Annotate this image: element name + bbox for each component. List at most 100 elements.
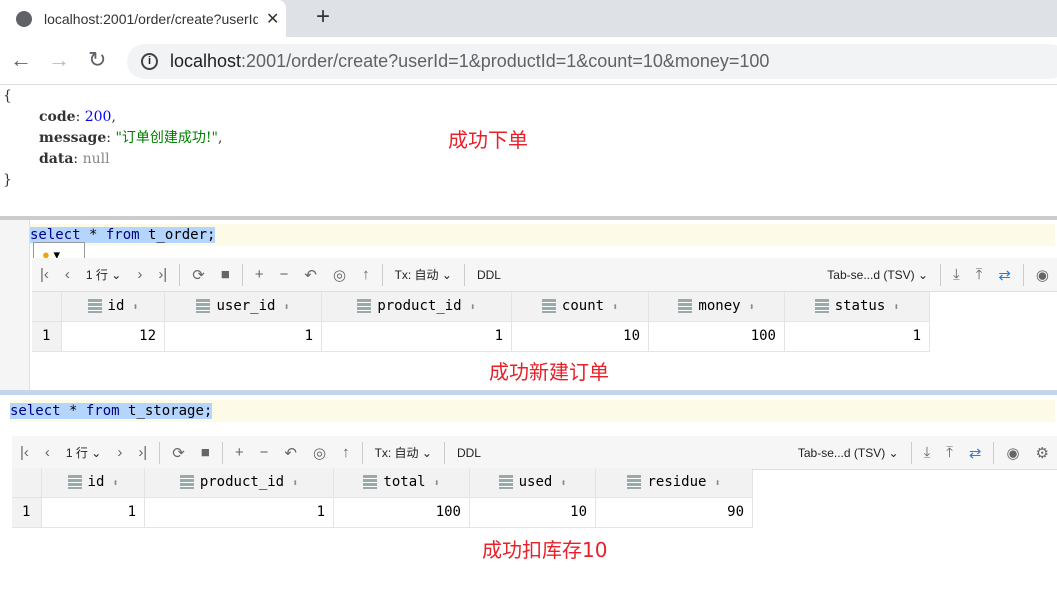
- upload-icon[interactable]: ⤒: [976, 266, 983, 283]
- table-cell[interactable]: 1: [165, 322, 322, 352]
- sort-icon[interactable]: ⬍: [112, 478, 118, 489]
- delete-row-icon[interactable]: −: [260, 444, 269, 461]
- table-cell[interactable]: 12: [62, 322, 165, 352]
- column-icon: [357, 299, 372, 313]
- sql-text: *: [80, 227, 106, 243]
- ddl-button[interactable]: DDL: [457, 446, 481, 460]
- brace-close: }: [3, 172, 12, 188]
- revert-icon[interactable]: ↶: [304, 266, 317, 284]
- table-cell[interactable]: 1: [42, 498, 145, 528]
- submit-icon[interactable]: ↑: [342, 444, 350, 461]
- table-cell[interactable]: 1: [785, 322, 930, 352]
- annotation-order-placed: 成功下单: [448, 128, 528, 152]
- header-row: id ⬍ user_id ⬍ product_id ⬍ count ⬍ money ⬍ status…: [32, 292, 930, 322]
- sort-icon[interactable]: ⬍: [893, 302, 899, 313]
- refresh-icon[interactable]: ⟳: [172, 444, 185, 462]
- forward-button[interactable]: →: [48, 47, 70, 73]
- sort-icon[interactable]: ⬍: [434, 478, 440, 489]
- column-icon: [498, 475, 513, 489]
- editor-gutter: [0, 220, 30, 390]
- address-bar[interactable]: i localhost:2001/order/create?userId=1&p…: [127, 44, 1057, 79]
- sql-editor-line[interactable]: select * from t_order;: [30, 224, 1055, 246]
- ddl-button[interactable]: DDL: [477, 268, 501, 282]
- table-cell[interactable]: 1: [145, 498, 334, 528]
- export-format-dropdown[interactable]: Tab-se...d (TSV) ⌄: [798, 446, 899, 460]
- column-header-product_id[interactable]: product_id ⬍: [322, 292, 512, 322]
- table-cell[interactable]: 10: [470, 498, 596, 528]
- first-page-icon[interactable]: |‹: [40, 266, 49, 283]
- new-tab-button[interactable]: +: [316, 3, 330, 31]
- column-header-id[interactable]: id ⬍: [62, 292, 165, 322]
- sort-icon[interactable]: ⬍: [470, 302, 476, 313]
- close-tab-icon[interactable]: ✕: [266, 9, 279, 29]
- preview-icon[interactable]: ◎: [333, 266, 346, 284]
- view-icon[interactable]: ◉: [1006, 444, 1019, 462]
- column-header-money[interactable]: money ⬍: [649, 292, 785, 322]
- column-name: id: [87, 474, 105, 490]
- table-cell[interactable]: 100: [649, 322, 785, 352]
- sort-icon[interactable]: ⬍: [283, 302, 289, 313]
- submit-icon[interactable]: ↑: [362, 266, 370, 283]
- back-button[interactable]: ←: [10, 47, 32, 73]
- next-page-icon[interactable]: ›: [117, 444, 122, 461]
- sql-keyword: select: [30, 227, 81, 243]
- column-header-status[interactable]: status ⬍: [785, 292, 930, 322]
- sort-icon[interactable]: ⬍: [132, 302, 138, 313]
- column-icon: [196, 299, 211, 313]
- column-header-product_id[interactable]: product_id ⬍: [145, 468, 334, 498]
- upload-icon[interactable]: ⤒: [946, 444, 953, 461]
- view-icon[interactable]: ◉: [1036, 266, 1049, 284]
- revert-icon[interactable]: ↶: [284, 444, 297, 462]
- sort-icon[interactable]: ⬍: [612, 302, 618, 313]
- info-icon[interactable]: i: [141, 53, 158, 70]
- table-cell[interactable]: 90: [596, 498, 753, 528]
- column-header-total[interactable]: total ⬍: [334, 468, 470, 498]
- last-page-icon[interactable]: ›|: [158, 266, 167, 283]
- column-header-used[interactable]: used ⬍: [470, 468, 596, 498]
- table-cell[interactable]: 1: [322, 322, 512, 352]
- sql-editor-line[interactable]: select * from t_storage;: [10, 400, 1055, 422]
- column-icon: [541, 299, 556, 313]
- sort-icon[interactable]: ⬍: [714, 478, 720, 489]
- stop-icon[interactable]: ■: [221, 266, 230, 283]
- settings-icon[interactable]: ⚙: [1036, 444, 1049, 462]
- column-header-residue[interactable]: residue ⬍: [596, 468, 753, 498]
- add-row-icon[interactable]: +: [235, 444, 244, 461]
- sort-icon[interactable]: ⬍: [560, 478, 566, 489]
- next-page-icon[interactable]: ›: [137, 266, 142, 283]
- last-page-icon[interactable]: ›|: [138, 444, 147, 461]
- reload-button[interactable]: ↻: [88, 47, 106, 73]
- column-header-id[interactable]: id ⬍: [42, 468, 145, 498]
- compare-icon[interactable]: ⇄: [969, 444, 982, 462]
- download-icon[interactable]: ⤓: [953, 266, 960, 283]
- table-cell[interactable]: 10: [512, 322, 649, 352]
- column-header-count[interactable]: count ⬍: [512, 292, 649, 322]
- rows-dropdown[interactable]: 1 行 ⌄: [86, 266, 121, 283]
- sql-keyword: from: [105, 227, 140, 243]
- code-value: 200: [84, 109, 112, 125]
- prev-page-icon[interactable]: ‹: [65, 266, 70, 283]
- compare-icon[interactable]: ⇄: [998, 266, 1011, 284]
- sort-icon[interactable]: ⬍: [292, 478, 298, 489]
- export-format-dropdown[interactable]: Tab-se...d (TSV) ⌄: [827, 268, 928, 282]
- table-cell[interactable]: 100: [334, 498, 470, 528]
- stop-icon[interactable]: ■: [201, 444, 210, 461]
- add-row-icon[interactable]: +: [255, 266, 264, 283]
- sql-keyword: select: [10, 403, 61, 419]
- download-icon[interactable]: ⤓: [924, 444, 931, 461]
- prev-page-icon[interactable]: ‹: [45, 444, 50, 461]
- rows-dropdown[interactable]: 1 行 ⌄: [66, 444, 101, 461]
- tx-mode-dropdown[interactable]: Tx: 自动 ⌄: [395, 266, 452, 283]
- refresh-icon[interactable]: ⟳: [192, 266, 205, 284]
- message-key: message: [39, 130, 107, 146]
- column-name: product_id: [199, 474, 285, 490]
- preview-icon[interactable]: ◎: [313, 444, 326, 462]
- data-value: null: [82, 151, 110, 167]
- first-page-icon[interactable]: |‹: [20, 444, 29, 461]
- message-value: "订单创建成功!": [115, 130, 218, 146]
- tx-mode-dropdown[interactable]: Tx: 自动 ⌄: [375, 444, 432, 461]
- column-header-user_id[interactable]: user_id ⬍: [165, 292, 322, 322]
- sort-icon[interactable]: ⬍: [749, 302, 755, 313]
- delete-row-icon[interactable]: −: [280, 266, 289, 283]
- browser-tab[interactable]: localhost:2001/order/create?userId=1&pro…: [0, 0, 286, 37]
